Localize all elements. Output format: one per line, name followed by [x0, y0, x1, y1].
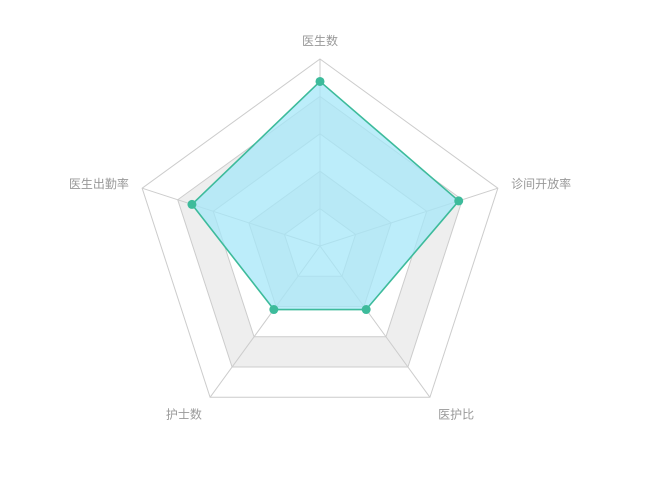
series-point [315, 76, 325, 86]
indicator-label: 护士数 [166, 407, 202, 422]
series-point [361, 305, 371, 315]
indicator-label: 诊间开放率 [511, 176, 571, 191]
radar-chart: 医生数诊间开放率医护比 护士数 医生出勤率 [0, 0, 649, 495]
indicator-label: 医生出勤率 [69, 176, 129, 191]
series-point [454, 196, 464, 206]
series-point [187, 199, 197, 209]
indicator-label: 医护比 [438, 408, 474, 422]
series-point [269, 305, 279, 315]
radar-chart-svg: 医生数诊间开放率医护比 护士数 医生出勤率 [69, 33, 571, 422]
indicator-label: 医生数 [302, 33, 338, 48]
